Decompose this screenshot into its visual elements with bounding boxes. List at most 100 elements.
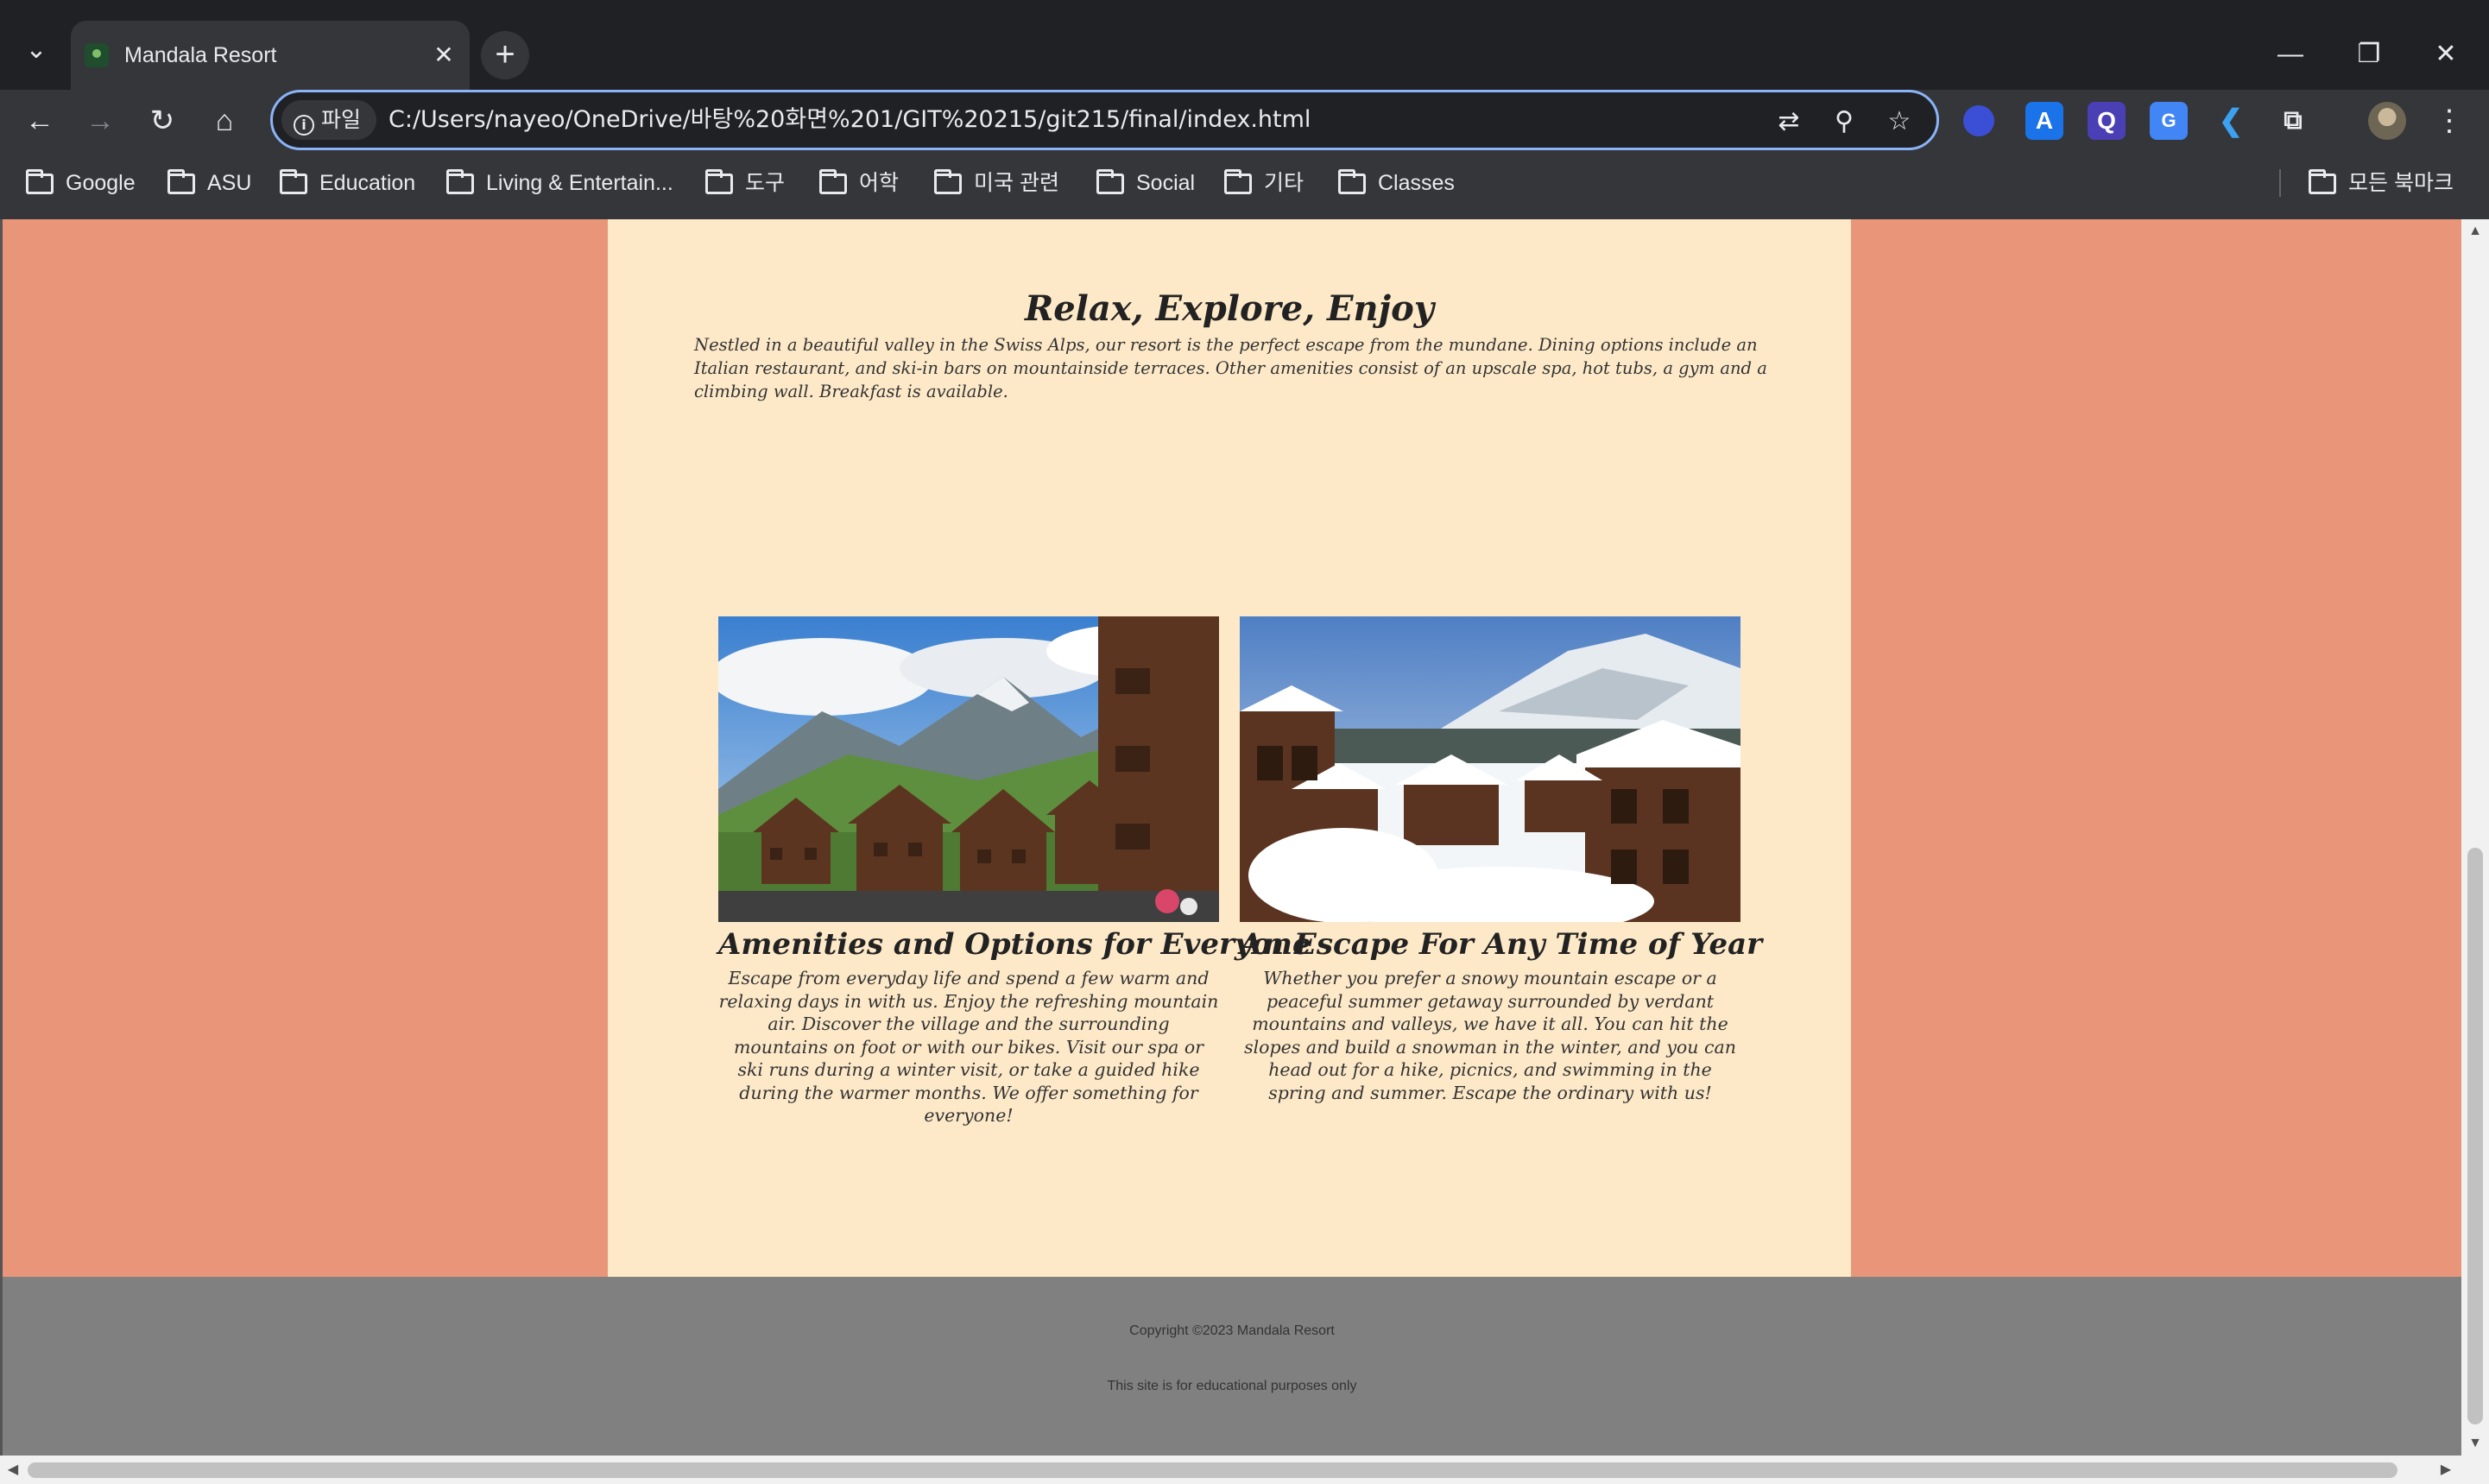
restore-icon: ❐ [2357,40,2381,68]
bookmark-folder-tools[interactable]: 도구 [705,166,785,200]
bookmark-star-button[interactable]: ☆ [1880,103,1918,141]
plus-icon: + [495,35,515,73]
bookmark-folder-classes[interactable]: Classes [1338,166,1455,200]
info-icon: i [294,115,314,136]
scroll-up-arrow-icon[interactable]: ▲ [2461,219,2489,243]
bookmark-label: 도구 [745,171,786,195]
scroll-right-arrow-icon[interactable]: ▶ [2433,1456,2459,1484]
bookmark-folder-other[interactable]: 기타 [1224,166,1304,200]
folder-icon [446,169,474,194]
escape-text: Whether you prefer a snowy mountain esca… [1244,968,1736,1103]
extension-q-icon[interactable]: Q [2088,102,2126,140]
bookmark-label: Classes [1378,171,1455,195]
title-strip [0,0,2489,10]
toolbar: ← → ↻ ⌂ i 파일 C:/Users/nayeo/OneDrive/바탕%2… [0,90,2489,152]
tab-bar: ⌄ Mandala Resort ✕ + — ❐ ✕ [0,10,2489,90]
close-window-button[interactable]: ✕ [2416,29,2476,79]
favicon-icon [85,43,109,67]
back-button[interactable]: ← [16,97,64,145]
zoom-button[interactable]: ⚲ [1825,103,1863,141]
extension-a-icon[interactable]: A [2025,102,2063,140]
folder-icon [1224,169,1252,194]
folder-icon [819,169,847,194]
restore-button[interactable]: ❐ [2339,29,2399,79]
tab-list-button[interactable]: ⌄ [17,31,55,69]
tab-close-button[interactable]: ✕ [426,38,461,73]
folder-icon [280,169,307,194]
summer-village-image [718,616,1219,922]
reload-button[interactable]: ↻ [138,97,186,145]
bookmark-label: Social [1136,171,1196,195]
vertical-scrollbar[interactable]: ▲ ▼ [2461,219,2489,1456]
footer-disclaimer: This site is for educational purposes on… [1107,1379,1357,1393]
bookmark-label: 어학 [859,171,900,195]
vertical-scroll-thumb[interactable] [2467,848,2483,1424]
star-icon: ☆ [1887,107,1911,136]
bookmarks-divider [2279,169,2281,197]
intro-title: Relax, Explore, Enjoy [1024,288,1435,329]
page-footer: Copyright ©2023 Mandala Resort This site… [3,1277,2461,1456]
minimize-icon: — [2277,40,2303,68]
extension-a-label: A [2035,107,2054,134]
home-icon: ⌂ [215,104,234,137]
zoom-icon: ⚲ [1835,107,1854,136]
winter-village-image [1240,616,1740,922]
browser-menu-button[interactable]: ⋮ [2430,100,2468,142]
address-bar[interactable]: i 파일 C:/Users/nayeo/OneDrive/바탕%20화면%201/… [270,90,1939,150]
chevron-down-icon: ⌄ [25,35,47,64]
translate-button[interactable]: ⇄ [1770,103,1808,141]
folder-icon [1338,169,1366,194]
amenities-card: Amenities and Options for Everyone Escap… [718,616,1311,1127]
forward-button[interactable]: → [76,97,124,145]
footer-copyright: Copyright ©2023 Mandala Resort [1129,1323,1335,1338]
escape-title: An Escape For Any Time of Year [1240,927,1763,962]
folder-icon [934,169,962,194]
horizontal-scroll-thumb[interactable] [28,1462,2397,1478]
arrow-left-icon: ← [25,104,54,137]
close-icon: ✕ [2435,40,2457,68]
extensions-puzzle-icon[interactable]: ⧉ [2274,102,2312,140]
main-content: Relax, Explore, Enjoy Nestled in a beaut… [608,219,1851,1277]
url-text[interactable]: C:/Users/nayeo/OneDrive/바탕%20화면%201/GIT%… [389,92,1311,148]
copilot-extension-icon[interactable] [1963,105,1994,136]
bookmark-folder-social[interactable]: Social [1096,166,1195,200]
extension-g-label: G [2161,110,2176,131]
tab-title: Mandala Resort [124,43,277,67]
google-translate-extension-icon[interactable]: G [2150,102,2188,140]
site-chip-label: 파일 [321,108,362,132]
vscode-extension-icon[interactable]: ❮ [2212,102,2250,140]
translate-icon: ⇄ [1778,107,1800,136]
bookmark-label: 모든 북마크 [2348,171,2454,195]
close-icon: ✕ [433,41,454,68]
bookmark-folder-language[interactable]: 어학 [819,166,899,200]
intro-text: Nestled in a beautiful valley in the Swi… [694,335,1767,401]
arrow-right-icon: → [85,104,115,137]
scroll-left-arrow-icon[interactable]: ◀ [0,1456,26,1484]
profile-avatar[interactable] [2368,102,2406,140]
bookmark-label: Living & Entertain... [486,171,673,195]
home-button[interactable]: ⌂ [200,97,249,145]
folder-icon [705,169,733,194]
folder-icon [26,169,54,194]
horizontal-scrollbar[interactable]: ◀ ▶ [0,1456,2489,1484]
bookmark-folder-google[interactable]: Google [26,166,136,200]
minimize-button[interactable]: — [2260,29,2321,79]
escape-card: An Escape For Any Time of Year Whether y… [1240,616,1763,1104]
bookmark-folder-living[interactable]: Living & Entertain... [446,166,673,200]
all-bookmarks-button[interactable]: 모든 북마크 [2309,166,2454,200]
reload-icon: ↻ [149,104,175,137]
new-tab-button[interactable]: + [481,31,529,79]
kebab-menu-icon: ⋮ [2435,104,2464,137]
bookmark-folder-usa[interactable]: 미국 관련 [934,166,1059,200]
folder-icon [1096,169,1124,194]
bookmark-folder-asu[interactable]: ASU [167,166,251,200]
folder-icon [2309,169,2336,194]
tab-active[interactable]: Mandala Resort ✕ [71,21,470,90]
bookmark-folder-education[interactable]: Education [280,166,415,200]
amenities-text: Escape from everyday life and spend a fe… [718,968,1219,1126]
scroll-down-arrow-icon[interactable]: ▼ [2461,1431,2489,1456]
extension-q-label: Q [2097,107,2116,134]
viewport-edge [0,219,3,1456]
site-info-chip[interactable]: i 파일 [281,100,376,140]
bookmarks-bar: Google ASU Education Living & Entertain.… [0,161,2489,205]
